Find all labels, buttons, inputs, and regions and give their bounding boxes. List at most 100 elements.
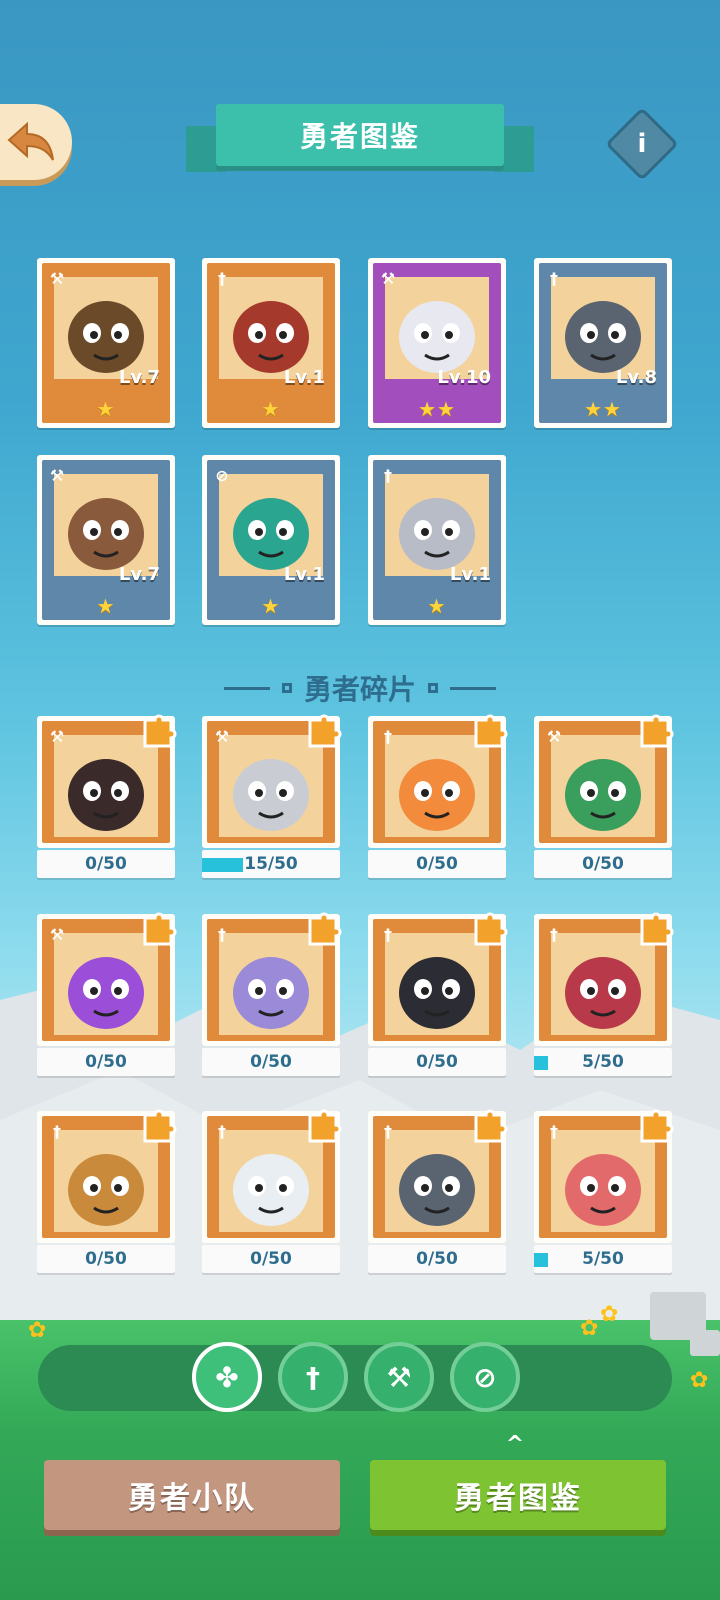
hero-portrait xyxy=(54,277,158,379)
shard-count: 0/50 xyxy=(416,1249,458,1269)
shard-frame: † xyxy=(368,912,508,1046)
hammer-icon: ⚒ xyxy=(380,268,396,288)
puzzle-piece-icon xyxy=(143,912,177,946)
hero-card-frame: ⚒ Lv.7 ★ xyxy=(42,263,170,423)
info-icon: i xyxy=(637,129,647,159)
sword-icon: † xyxy=(384,924,392,944)
shard-frame: † xyxy=(534,1109,674,1243)
shards-section-header: 勇者碎片 xyxy=(200,668,520,708)
shard-card[interactable]: ⚒ 15/50 xyxy=(202,714,342,880)
filter-bar xyxy=(38,1345,672,1411)
flower: ✿ xyxy=(28,1318,47,1343)
hero-portrait xyxy=(219,277,323,379)
shard-progress-bar: 0/50 xyxy=(368,1245,506,1273)
hero-card-frame: † Lv.1 ★ xyxy=(373,460,501,620)
shard-count: 0/50 xyxy=(85,1052,127,1072)
sword-icon: † xyxy=(306,1360,320,1394)
filter-hammer-button[interactable]: ⚒ xyxy=(364,1342,434,1412)
filter-all-button[interactable]: ✤ xyxy=(192,1342,262,1412)
shard-progress-bar: 0/50 xyxy=(37,850,175,878)
hero-portrait xyxy=(54,474,158,576)
hero-card[interactable]: † Lv.1 ★ xyxy=(368,455,506,625)
puzzle-piece-icon xyxy=(640,912,674,946)
hero-level: Lv.10 xyxy=(437,367,491,388)
atlas-tab-button[interactable]: 勇者图鉴 xyxy=(370,1460,666,1530)
shard-progress-bar: 0/50 xyxy=(368,850,506,878)
star-rating: ★ xyxy=(96,594,116,618)
back-button[interactable] xyxy=(0,104,72,180)
puzzle-piece-icon xyxy=(640,1109,674,1143)
divider-dot xyxy=(281,683,292,693)
hero-card-frame: ⚒ Lv.7 ★ xyxy=(42,460,170,620)
hero-card[interactable]: † Lv.1 ★ xyxy=(202,258,340,428)
sword-icon: † xyxy=(218,268,226,288)
shard-card[interactable]: † 0/50 xyxy=(368,912,508,1078)
shard-frame: ⚒ xyxy=(534,714,674,848)
shard-card[interactable]: † 0/50 xyxy=(368,714,508,880)
star-rating: ★★ xyxy=(584,397,622,421)
team-tab-button[interactable]: 勇者小队 xyxy=(44,1460,340,1530)
shard-card[interactable]: † 0/50 xyxy=(202,912,342,1078)
shard-count: 0/50 xyxy=(416,854,458,874)
hero-portrait xyxy=(219,474,323,576)
shard-count: 15/50 xyxy=(244,854,298,874)
caret-up-icon: ^ xyxy=(505,1432,525,1457)
hero-card[interactable]: ⚒ Lv.10 ★★ xyxy=(368,258,506,428)
shard-card[interactable]: † 0/50 xyxy=(37,1109,177,1275)
puzzle-piece-icon xyxy=(474,714,508,748)
star-rating: ★ xyxy=(261,397,281,421)
puzzle-piece-icon xyxy=(143,714,177,748)
shard-card[interactable]: † 0/50 xyxy=(202,1109,342,1275)
hammer-icon: ⚒ xyxy=(49,924,65,944)
info-button[interactable]: i xyxy=(605,107,679,181)
divider-dot xyxy=(428,683,438,693)
shard-progress-bar: 0/50 xyxy=(37,1048,175,1076)
hammer-icon: ⚒ xyxy=(49,465,65,485)
puzzle-piece-icon xyxy=(640,714,674,748)
shard-card[interactable]: † 5/50 xyxy=(534,1109,674,1275)
filter-compass-button[interactable]: ⊘ xyxy=(450,1342,520,1412)
star-rating: ★ xyxy=(261,594,281,618)
shard-frame: ⚒ xyxy=(37,714,177,848)
hammer-icon: ⚒ xyxy=(214,726,230,746)
section-title: 勇者碎片 xyxy=(303,673,416,706)
shard-card[interactable]: † 0/50 xyxy=(368,1109,508,1275)
shard-progress-bar: 0/50 xyxy=(368,1048,506,1076)
divider-line xyxy=(223,686,270,690)
rock xyxy=(690,1330,720,1356)
flower: ✿ xyxy=(600,1302,619,1327)
shard-frame: † xyxy=(202,1109,342,1243)
hero-portrait xyxy=(385,474,489,576)
shard-frame: ⚒ xyxy=(37,912,177,1046)
sword-icon: † xyxy=(550,1121,558,1141)
hero-card[interactable]: † Lv.8 ★★ xyxy=(534,258,672,428)
hero-card[interactable]: ⊘ Lv.1 ★ xyxy=(202,455,340,625)
hero-card[interactable]: ⚒ Lv.7 ★ xyxy=(37,455,175,625)
filter-sword-button[interactable]: † xyxy=(278,1342,348,1412)
hammer-icon: ⚒ xyxy=(386,1360,412,1394)
hammer-icon: ⚒ xyxy=(49,726,65,746)
sword-icon: † xyxy=(384,465,392,485)
hammer-icon: ⚒ xyxy=(546,726,562,746)
shard-frame: † xyxy=(37,1109,177,1243)
shard-count: 0/50 xyxy=(250,1249,292,1269)
puzzle-piece-icon xyxy=(308,714,342,748)
hero-level: Lv.7 xyxy=(118,564,160,585)
sword-icon: † xyxy=(550,924,558,944)
shard-card[interactable]: ⚒ 0/50 xyxy=(37,714,177,880)
shard-progress-bar: 15/50 xyxy=(202,850,340,878)
sword-icon: † xyxy=(384,1121,392,1141)
puzzle-piece-icon xyxy=(143,1109,177,1143)
compass-icon: ⊘ xyxy=(473,1360,497,1394)
shard-card[interactable]: ⚒ 0/50 xyxy=(37,912,177,1078)
shard-progress-bar: 0/50 xyxy=(202,1245,340,1273)
shard-progress-bar: 0/50 xyxy=(534,850,672,878)
shard-progress-bar: 5/50 xyxy=(534,1245,672,1273)
flower: ✿ xyxy=(580,1316,599,1341)
page-title: 勇者图鉴 xyxy=(216,104,504,166)
shard-frame: † xyxy=(368,714,508,848)
hero-card[interactable]: ⚒ Lv.7 ★ xyxy=(37,258,175,428)
shard-card[interactable]: ⚒ 0/50 xyxy=(534,714,674,880)
back-arrow-icon xyxy=(7,121,54,161)
shard-card[interactable]: † 5/50 xyxy=(534,912,674,1078)
